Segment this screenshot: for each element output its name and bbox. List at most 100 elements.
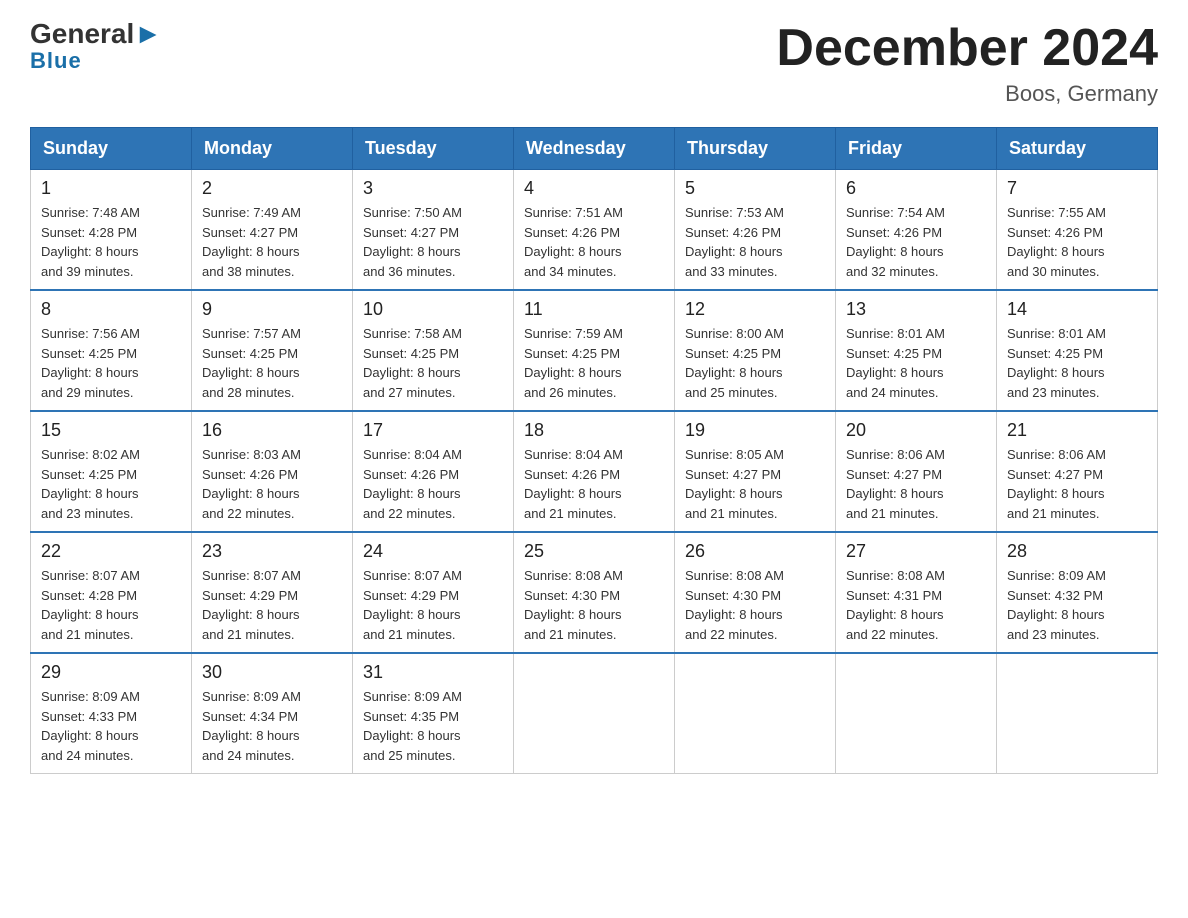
calendar-cell: 25 Sunrise: 8:08 AMSunset: 4:30 PMDayligh… [514,532,675,653]
calendar-cell: 28Sunrise: 8:09 AMSunset: 4:32 PMDayligh… [997,532,1158,653]
calendar-cell: 31 Sunrise: 8:09 AMSunset: 4:35 PMDayligh… [353,653,514,774]
day-number: 9 [202,299,342,320]
day-number: 21 [1007,420,1147,441]
calendar-cell: 1 Sunrise: 7:48 AMSunset: 4:28 PMDaylight… [31,170,192,291]
day-info: Sunrise: 8:09 AMSunset: 4:32 PMDaylight:… [1007,566,1147,644]
calendar-cell: 16 Sunrise: 8:03 AMSunset: 4:26 PMDayligh… [192,411,353,532]
calendar-cell: 29 Sunrise: 8:09 AMSunset: 4:33 PMDayligh… [31,653,192,774]
calendar-cell: 22 Sunrise: 8:07 AMSunset: 4:28 PMDayligh… [31,532,192,653]
calendar-header-wednesday: Wednesday [514,128,675,170]
day-info: Sunrise: 8:07 AMSunset: 4:29 PMDaylight:… [363,566,503,644]
day-info: Sunrise: 7:57 AMSunset: 4:25 PMDaylight:… [202,324,342,402]
day-number: 29 [41,662,181,683]
day-number: 5 [685,178,825,199]
day-info: Sunrise: 8:01 AMSunset: 4:25 PMDaylight:… [1007,324,1147,402]
logo-blue: Blue [30,50,82,72]
day-number: 14 [1007,299,1147,320]
day-info: Sunrise: 8:09 AMSunset: 4:35 PMDaylight:… [363,687,503,765]
calendar-cell: 13Sunrise: 8:01 AMSunset: 4:25 PMDayligh… [836,290,997,411]
day-info: Sunrise: 8:08 AMSunset: 4:31 PMDaylight:… [846,566,986,644]
day-number: 22 [41,541,181,562]
calendar-cell: 18 Sunrise: 8:04 AMSunset: 4:26 PMDayligh… [514,411,675,532]
day-number: 3 [363,178,503,199]
calendar-cell [836,653,997,774]
calendar-cell [675,653,836,774]
day-number: 24 [363,541,503,562]
calendar-cell: 9 Sunrise: 7:57 AMSunset: 4:25 PMDaylight… [192,290,353,411]
day-number: 10 [363,299,503,320]
day-info: Sunrise: 8:06 AMSunset: 4:27 PMDaylight:… [846,445,986,523]
calendar-cell: 21 Sunrise: 8:06 AMSunset: 4:27 PMDayligh… [997,411,1158,532]
day-number: 30 [202,662,342,683]
day-number: 18 [524,420,664,441]
day-info: Sunrise: 7:59 AMSunset: 4:25 PMDaylight:… [524,324,664,402]
day-number: 15 [41,420,181,441]
calendar-cell: 27Sunrise: 8:08 AMSunset: 4:31 PMDayligh… [836,532,997,653]
day-number: 17 [363,420,503,441]
day-number: 26 [685,541,825,562]
day-info: Sunrise: 7:55 AMSunset: 4:26 PMDaylight:… [1007,203,1147,281]
calendar-header-monday: Monday [192,128,353,170]
day-number: 19 [685,420,825,441]
day-number: 8 [41,299,181,320]
calendar-header-thursday: Thursday [675,128,836,170]
calendar-header-saturday: Saturday [997,128,1158,170]
page-title: December 2024 [776,20,1158,77]
day-info: Sunrise: 8:08 AMSunset: 4:30 PMDaylight:… [524,566,664,644]
calendar-cell: 19 Sunrise: 8:05 AMSunset: 4:27 PMDayligh… [675,411,836,532]
day-info: Sunrise: 7:53 AMSunset: 4:26 PMDaylight:… [685,203,825,281]
page-header: General► Blue December 2024 Boos, German… [30,20,1158,107]
calendar-cell: 7Sunrise: 7:55 AMSunset: 4:26 PMDaylight… [997,170,1158,291]
day-info: Sunrise: 8:04 AMSunset: 4:26 PMDaylight:… [524,445,664,523]
day-number: 16 [202,420,342,441]
day-number: 31 [363,662,503,683]
calendar-cell: 3Sunrise: 7:50 AMSunset: 4:27 PMDaylight… [353,170,514,291]
logo-arrow-icon: ► [134,20,162,48]
calendar-table: SundayMondayTuesdayWednesdayThursdayFrid… [30,127,1158,774]
calendar-header-sunday: Sunday [31,128,192,170]
day-number: 20 [846,420,986,441]
calendar-header-tuesday: Tuesday [353,128,514,170]
day-info: Sunrise: 8:08 AMSunset: 4:30 PMDaylight:… [685,566,825,644]
logo: General► Blue [30,20,162,72]
day-number: 2 [202,178,342,199]
day-number: 25 [524,541,664,562]
calendar-cell: 6Sunrise: 7:54 AMSunset: 4:26 PMDaylight… [836,170,997,291]
day-info: Sunrise: 8:07 AMSunset: 4:29 PMDaylight:… [202,566,342,644]
calendar-cell: 23 Sunrise: 8:07 AMSunset: 4:29 PMDayligh… [192,532,353,653]
calendar-cell: 8Sunrise: 7:56 AMSunset: 4:25 PMDaylight… [31,290,192,411]
calendar-cell: 26 Sunrise: 8:08 AMSunset: 4:30 PMDayligh… [675,532,836,653]
calendar-cell: 11 Sunrise: 7:59 AMSunset: 4:25 PMDayligh… [514,290,675,411]
calendar-week-1: 1 Sunrise: 7:48 AMSunset: 4:28 PMDaylight… [31,170,1158,291]
calendar-cell: 15 Sunrise: 8:02 AMSunset: 4:25 PMDayligh… [31,411,192,532]
day-info: Sunrise: 8:05 AMSunset: 4:27 PMDaylight:… [685,445,825,523]
calendar-cell: 14 Sunrise: 8:01 AMSunset: 4:25 PMDayligh… [997,290,1158,411]
calendar-week-3: 15 Sunrise: 8:02 AMSunset: 4:25 PMDayligh… [31,411,1158,532]
calendar-cell [997,653,1158,774]
day-info: Sunrise: 7:49 AMSunset: 4:27 PMDaylight:… [202,203,342,281]
calendar-cell: 2 Sunrise: 7:49 AMSunset: 4:27 PMDaylight… [192,170,353,291]
day-number: 13 [846,299,986,320]
calendar-week-4: 22 Sunrise: 8:07 AMSunset: 4:28 PMDayligh… [31,532,1158,653]
day-number: 23 [202,541,342,562]
calendar-cell: 12Sunrise: 8:00 AMSunset: 4:25 PMDayligh… [675,290,836,411]
day-info: Sunrise: 8:02 AMSunset: 4:25 PMDaylight:… [41,445,181,523]
calendar-week-5: 29 Sunrise: 8:09 AMSunset: 4:33 PMDayligh… [31,653,1158,774]
day-info: Sunrise: 8:04 AMSunset: 4:26 PMDaylight:… [363,445,503,523]
day-info: Sunrise: 8:07 AMSunset: 4:28 PMDaylight:… [41,566,181,644]
day-number: 1 [41,178,181,199]
day-number: 11 [524,299,664,320]
day-info: Sunrise: 8:09 AMSunset: 4:33 PMDaylight:… [41,687,181,765]
calendar-cell: 5 Sunrise: 7:53 AMSunset: 4:26 PMDaylight… [675,170,836,291]
day-info: Sunrise: 7:48 AMSunset: 4:28 PMDaylight:… [41,203,181,281]
calendar-header-friday: Friday [836,128,997,170]
calendar-cell: 4Sunrise: 7:51 AMSunset: 4:26 PMDaylight… [514,170,675,291]
calendar-cell: 24 Sunrise: 8:07 AMSunset: 4:29 PMDayligh… [353,532,514,653]
calendar-cell: 10Sunrise: 7:58 AMSunset: 4:25 PMDayligh… [353,290,514,411]
calendar-cell [514,653,675,774]
title-area: December 2024 Boos, Germany [776,20,1158,107]
calendar-header-row: SundayMondayTuesdayWednesdayThursdayFrid… [31,128,1158,170]
day-info: Sunrise: 8:06 AMSunset: 4:27 PMDaylight:… [1007,445,1147,523]
calendar-cell: 30Sunrise: 8:09 AMSunset: 4:34 PMDayligh… [192,653,353,774]
day-info: Sunrise: 8:03 AMSunset: 4:26 PMDaylight:… [202,445,342,523]
